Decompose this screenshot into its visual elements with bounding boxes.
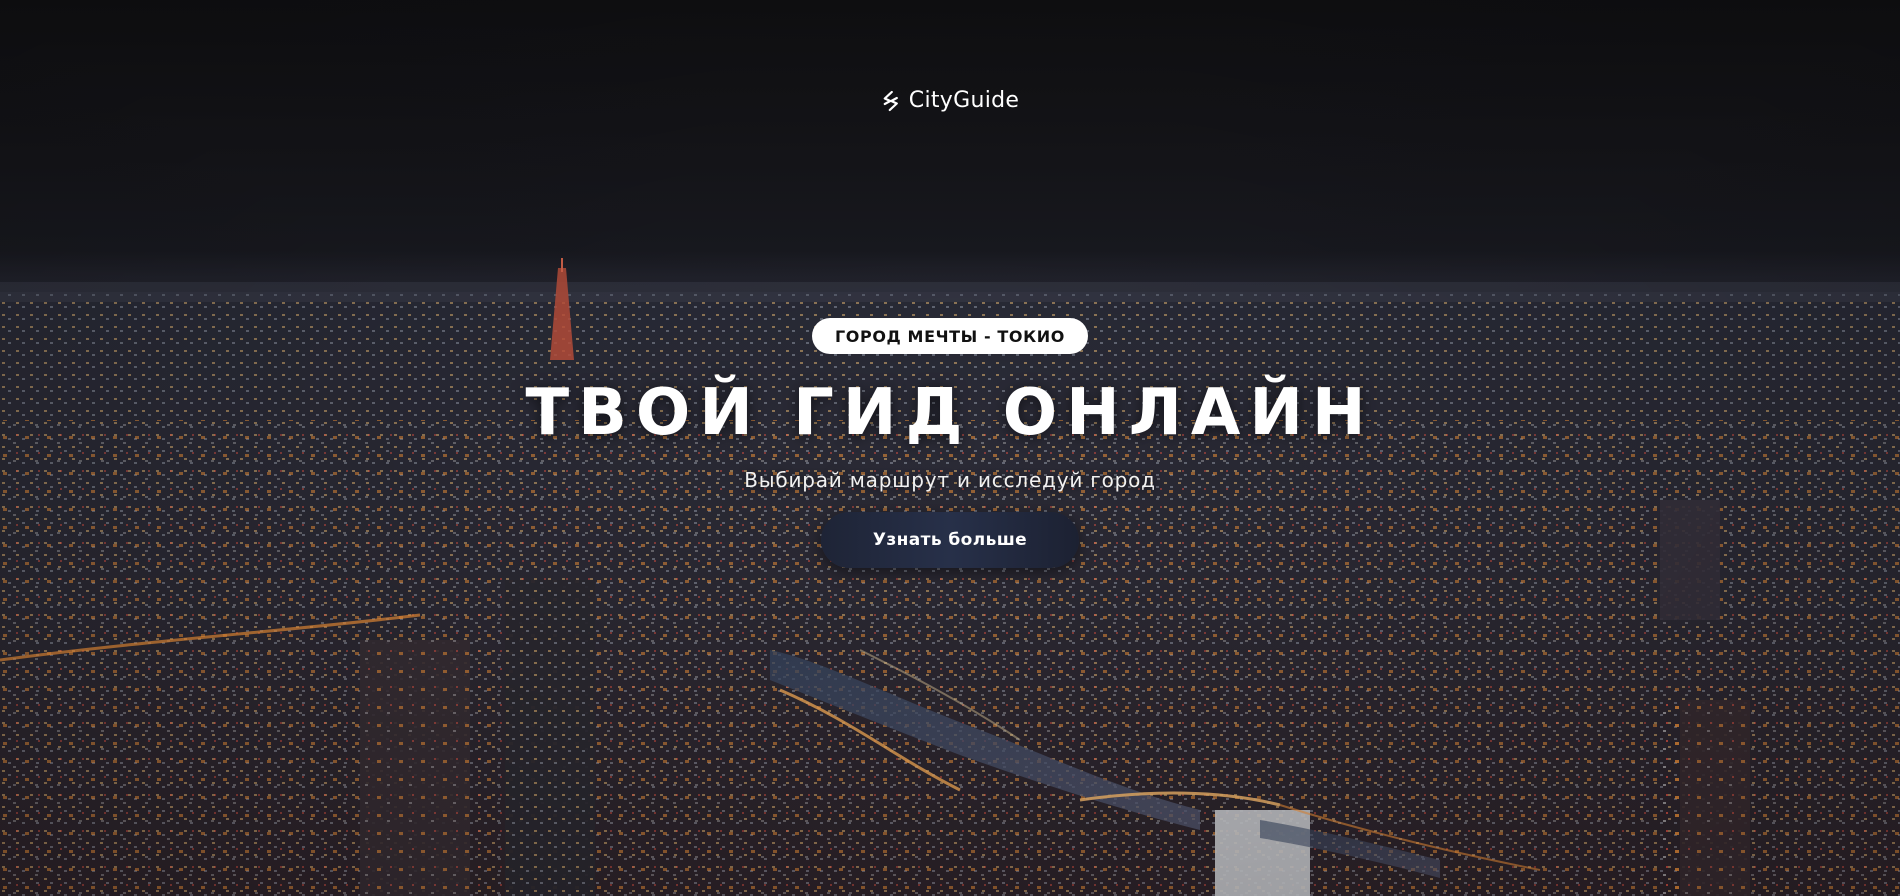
- hero-section: CityGuide ГОРОД МЕЧТЫ - ТОКИО ТВОЙ ГИД О…: [0, 0, 1900, 896]
- city-badge: ГОРОД МЕЧТЫ - ТОКИО: [812, 318, 1088, 354]
- cityguide-logo-icon: [883, 90, 898, 111]
- learn-more-button[interactable]: Узнать больше: [821, 512, 1079, 568]
- brand-name: CityGuide: [908, 88, 1020, 113]
- hero-headline: ТВОЙ ГИД ОНЛАЙН: [525, 376, 1375, 450]
- hero-subtitle: Выбирай маршрут и исследуй город: [744, 468, 1156, 492]
- hero-content: ГОРОД МЕЧТЫ - ТОКИО ТВОЙ ГИД ОНЛАЙН Выби…: [0, 318, 1900, 568]
- site-logo[interactable]: CityGuide: [881, 88, 1019, 113]
